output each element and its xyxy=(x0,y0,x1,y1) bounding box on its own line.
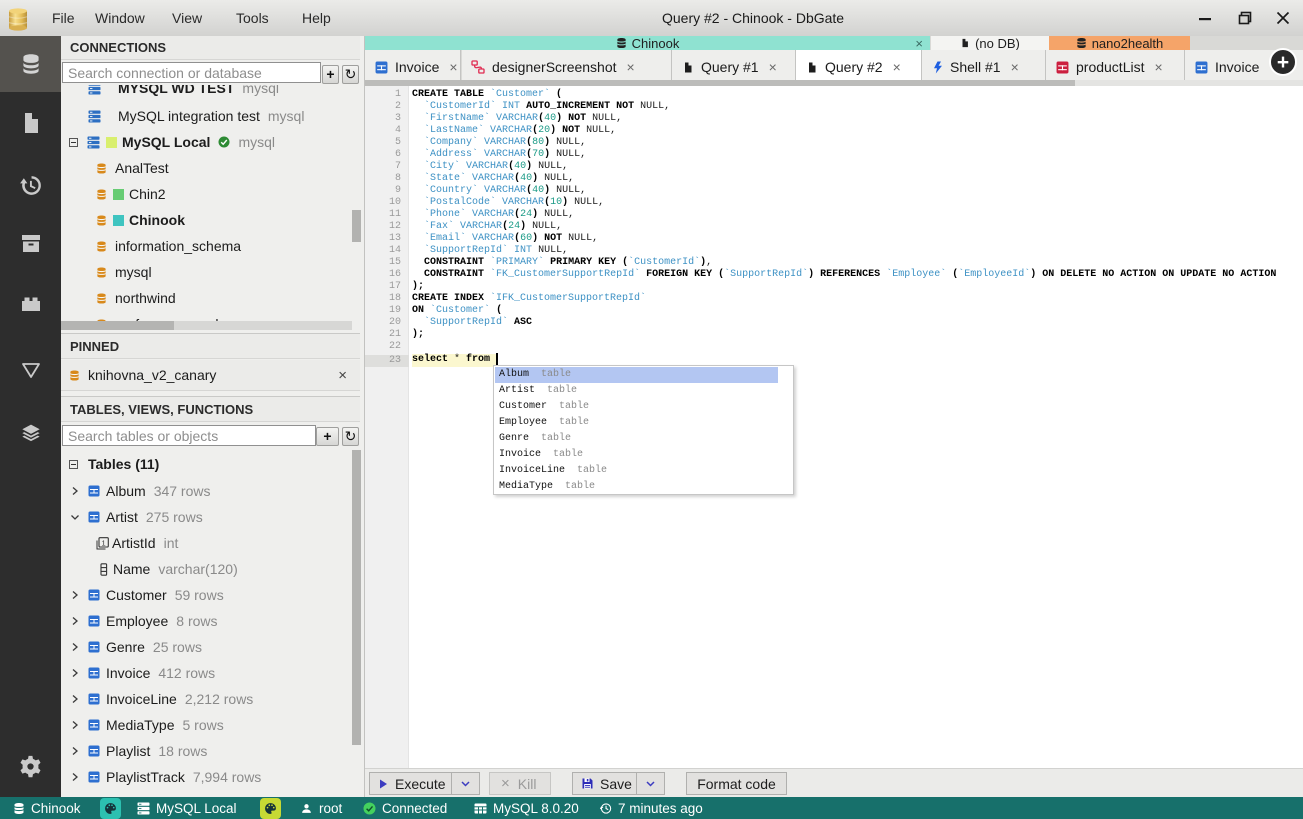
svg-text:1: 1 xyxy=(102,538,106,547)
